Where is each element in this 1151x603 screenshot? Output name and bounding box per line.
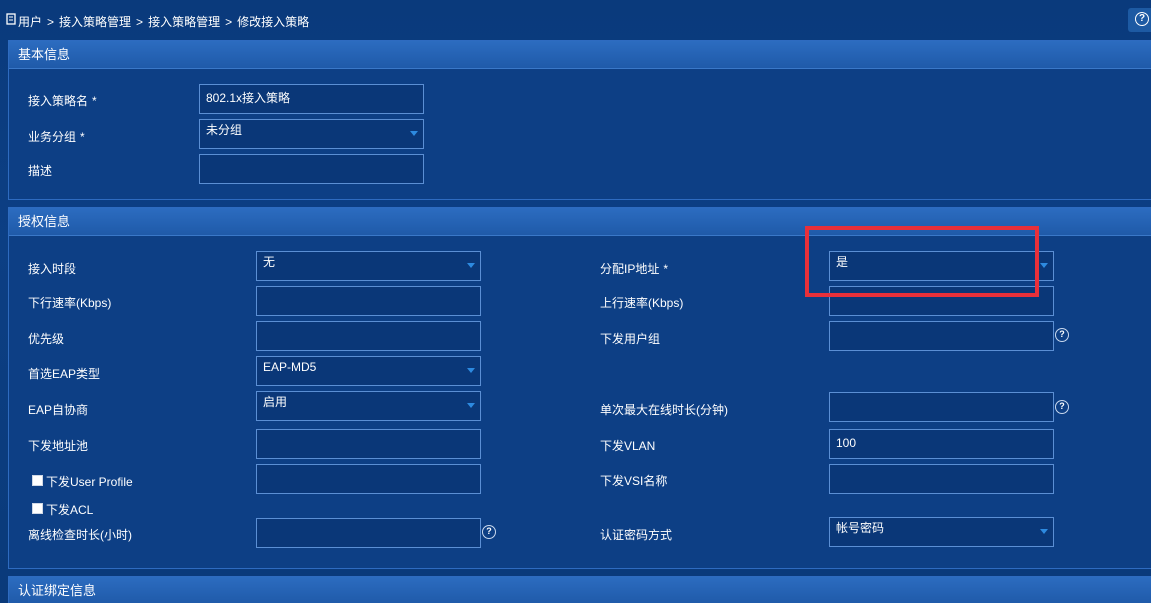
help-icon[interactable]: ? bbox=[1055, 400, 1069, 414]
acl-checkbox[interactable] bbox=[32, 503, 43, 514]
group-label: 业务分组 * bbox=[28, 130, 85, 144]
breadcrumb-item-access-policy-mgmt[interactable]: 接入策略管理 bbox=[59, 15, 131, 29]
highlight-box bbox=[805, 226, 1039, 297]
eap-type-select[interactable]: EAP-MD5 bbox=[256, 356, 481, 386]
binding-info-panel: 认证绑定信息 bbox=[8, 576, 1151, 603]
description-label: 描述 bbox=[28, 164, 53, 178]
help-icon[interactable]: ? bbox=[482, 525, 496, 539]
offline-check-input[interactable] bbox=[256, 518, 481, 548]
breadcrumb-item-access-policy-mgmt-2[interactable]: 接入策略管理 bbox=[148, 15, 220, 29]
vsi-input[interactable] bbox=[829, 464, 1054, 494]
vlan-input[interactable]: 100 bbox=[829, 429, 1054, 459]
description-input[interactable] bbox=[199, 154, 424, 184]
offline-check-label: 离线检查时长(小时) bbox=[28, 528, 132, 542]
uplink-rate-label: 上行速率(Kbps) bbox=[600, 296, 684, 310]
user-group-input[interactable] bbox=[829, 321, 1054, 351]
breadcrumb: 用户 > 接入策略管理 > 接入策略管理 > 修改接入策略 bbox=[18, 13, 309, 30]
auth-password-label: 认证密码方式 bbox=[600, 528, 673, 542]
acl-label: 下发ACL bbox=[46, 503, 94, 517]
address-pool-input[interactable] bbox=[256, 429, 481, 459]
priority-label: 优先级 bbox=[28, 332, 65, 346]
breadcrumb-item-user[interactable]: 用户 bbox=[18, 15, 42, 29]
downlink-rate-input[interactable] bbox=[256, 286, 481, 316]
breadcrumb-separator: > bbox=[47, 15, 55, 29]
chevron-down-icon bbox=[467, 403, 475, 408]
user-profile-label: 下发User Profile bbox=[46, 475, 133, 489]
group-select[interactable]: 未分组 bbox=[199, 119, 424, 149]
chevron-down-icon bbox=[1040, 529, 1048, 534]
priority-input[interactable] bbox=[256, 321, 481, 351]
vlan-label: 下发VLAN bbox=[600, 439, 656, 453]
assign-ip-label: 分配IP地址 * bbox=[600, 262, 669, 276]
access-period-label: 接入时段 bbox=[28, 262, 77, 276]
user-profile-checkbox[interactable] bbox=[32, 475, 43, 486]
policy-name-input[interactable]: 802.1x接入策略 bbox=[199, 84, 424, 114]
max-online-label: 单次最大在线时长(分钟) bbox=[600, 403, 728, 417]
vsi-label: 下发VSI名称 bbox=[600, 474, 668, 488]
binding-info-header: 认证绑定信息 bbox=[9, 577, 1151, 603]
top-bar: 用户 > 接入策略管理 > 接入策略管理 > 修改接入策略 ? bbox=[0, 0, 1151, 38]
access-period-select[interactable]: 无 bbox=[256, 251, 481, 281]
chevron-down-icon bbox=[467, 368, 475, 373]
address-pool-label: 下发地址池 bbox=[28, 439, 89, 453]
downlink-rate-label: 下行速率(Kbps) bbox=[28, 296, 112, 310]
chevron-down-icon bbox=[1040, 263, 1048, 268]
user-group-label: 下发用户组 bbox=[600, 332, 661, 346]
eap-type-label: 首选EAP类型 bbox=[28, 367, 101, 381]
basic-info-panel: 基本信息 bbox=[8, 40, 1151, 200]
help-button[interactable]: ? bbox=[1128, 8, 1151, 32]
user-profile-input[interactable] bbox=[256, 464, 481, 494]
chevron-down-icon bbox=[410, 131, 418, 136]
auth-password-select[interactable]: 帐号密码 bbox=[829, 517, 1054, 547]
breadcrumb-item-edit-policy: 修改接入策略 bbox=[237, 15, 310, 29]
user-icon bbox=[6, 13, 16, 25]
max-online-input[interactable] bbox=[829, 392, 1054, 422]
chevron-down-icon bbox=[467, 263, 475, 268]
breadcrumb-separator: > bbox=[136, 15, 144, 29]
eap-negotiate-label: EAP自协商 bbox=[28, 403, 89, 417]
eap-negotiate-select[interactable]: 启用 bbox=[256, 391, 481, 421]
policy-name-label: 接入策略名 * bbox=[28, 94, 97, 108]
help-icon[interactable]: ? bbox=[1055, 328, 1069, 342]
basic-info-header: 基本信息 bbox=[9, 41, 1151, 69]
breadcrumb-separator: > bbox=[225, 15, 233, 29]
help-icon: ? bbox=[1135, 12, 1149, 26]
